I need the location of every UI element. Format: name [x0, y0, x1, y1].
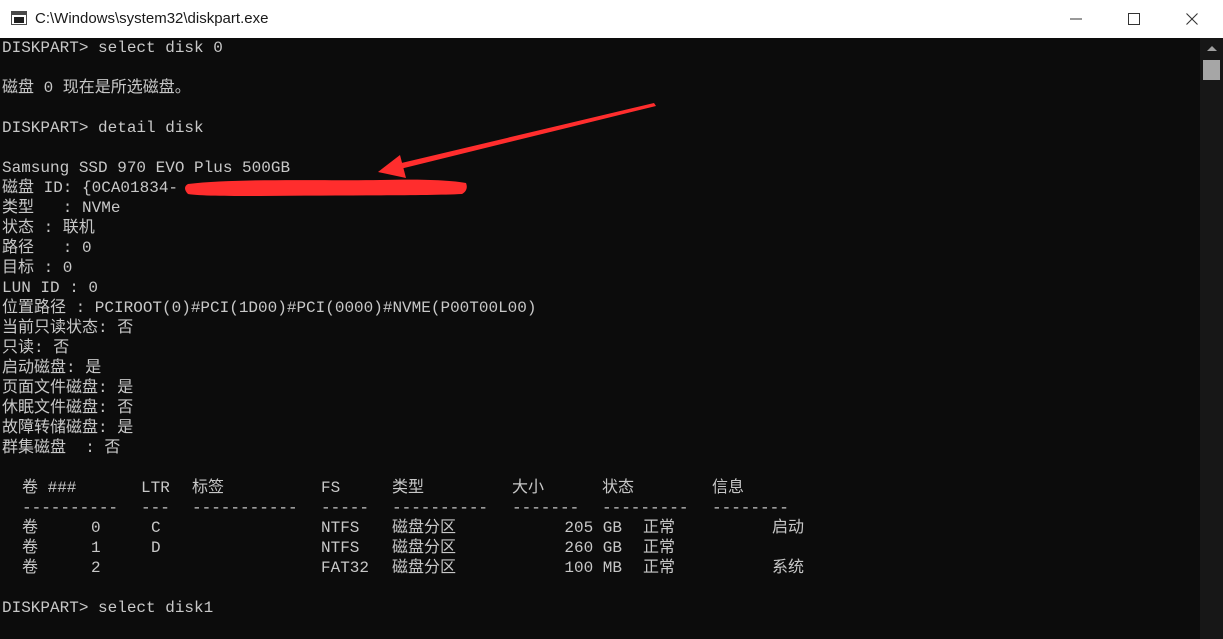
console-line: DISKPART> detail disk — [2, 119, 204, 137]
volume-type: 磁盘分区 — [392, 539, 457, 557]
maximize-icon — [1128, 13, 1140, 25]
volume-size: 205 GB — [564, 519, 622, 537]
volume-fs: FAT32 — [321, 559, 370, 577]
console-line: DISKPART> select disk 0 — [2, 39, 223, 57]
table-header: 信息 — [712, 479, 745, 497]
table-separator: -------- — [712, 499, 789, 517]
console-line: 路径 : 0 — [2, 239, 92, 257]
volume-label: 卷 — [22, 519, 39, 537]
console-line: 位置路径 : PCIROOT(0)#PCI(1D00)#PCI(0000)#NV… — [2, 299, 537, 317]
console-output[interactable]: DISKPART> select disk 0 磁盘 0 现在是所选磁盘。 DI… — [0, 38, 1200, 639]
console-line: 休眠文件磁盘: 否 — [2, 399, 134, 417]
table-header: 标签 — [192, 479, 225, 497]
table-separator: --------- — [602, 499, 689, 517]
volume-type: 磁盘分区 — [392, 519, 457, 537]
table-header: FS — [321, 479, 341, 497]
table-header: 状态 — [602, 479, 635, 497]
table-header: 大小 — [512, 479, 545, 497]
volume-number: 1 — [91, 539, 101, 557]
volume-label: 卷 — [22, 559, 39, 577]
console-line: 磁盘 0 现在是所选磁盘。 — [2, 79, 191, 97]
scroll-up-arrow-icon[interactable] — [1207, 46, 1217, 51]
console-app-icon — [11, 11, 27, 25]
console-line: 只读: 否 — [2, 339, 70, 357]
console-line: 页面文件磁盘: 是 — [2, 379, 134, 397]
volume-type: 磁盘分区 — [392, 559, 457, 577]
vertical-scrollbar[interactable] — [1200, 38, 1223, 639]
volume-letter: D — [151, 539, 161, 557]
console-line: 目标 : 0 — [2, 259, 73, 277]
minimize-button[interactable] — [1047, 0, 1105, 38]
window-title: C:\Windows\system32\diskpart.exe — [35, 10, 269, 27]
volume-size: 260 GB — [564, 539, 622, 557]
volume-size: 100 MB — [564, 559, 622, 577]
maximize-button[interactable] — [1105, 0, 1163, 38]
table-separator: ----- — [321, 499, 370, 517]
console-line: 状态 : 联机 — [2, 219, 95, 237]
console-line: 当前只读状态: 否 — [2, 319, 134, 337]
volume-letter: C — [151, 519, 161, 537]
disk-id-line: 磁盘 ID: {0CA01834- — [2, 179, 179, 197]
console-line: 类型 : NVMe — [2, 199, 121, 217]
volume-fs: NTFS — [321, 539, 360, 557]
scrollbar-thumb[interactable] — [1203, 60, 1220, 80]
close-button[interactable] — [1163, 0, 1223, 38]
console-window: C:\Windows\system32\diskpart.exe DISKPAR… — [0, 0, 1223, 639]
command-prompt-line: DISKPART> select disk1 — [2, 599, 214, 617]
console-line: 故障转储磁盘: 是 — [2, 419, 134, 437]
title-bar[interactable]: C:\Windows\system32\diskpart.exe — [0, 0, 1223, 38]
volume-status: 正常 — [643, 559, 676, 577]
console-line: LUN ID : 0 — [2, 279, 99, 297]
volume-status: 正常 — [643, 539, 676, 557]
table-header: 卷 ### — [22, 479, 77, 497]
volume-number: 0 — [91, 519, 101, 537]
table-separator: ----------- — [192, 499, 298, 517]
console-line: 启动磁盘: 是 — [2, 359, 102, 377]
volume-number: 2 — [91, 559, 101, 577]
volume-info: 系统 — [772, 559, 805, 577]
volume-status: 正常 — [643, 519, 676, 537]
table-header: 类型 — [392, 479, 425, 497]
table-separator: --- — [141, 499, 170, 517]
disk-model-line: Samsung SSD 970 EVO Plus 500GB — [2, 159, 291, 177]
table-separator: ---------- — [392, 499, 489, 517]
close-icon — [1186, 13, 1198, 25]
table-header: LTR — [141, 479, 170, 497]
table-separator: ------- — [512, 499, 580, 517]
volume-fs: NTFS — [321, 519, 360, 537]
volume-label: 卷 — [22, 539, 39, 557]
console-line: 群集磁盘 : 否 — [2, 439, 121, 457]
volume-info: 启动 — [772, 519, 805, 537]
table-separator: ---------- — [22, 499, 119, 517]
minimize-icon — [1070, 18, 1082, 20]
